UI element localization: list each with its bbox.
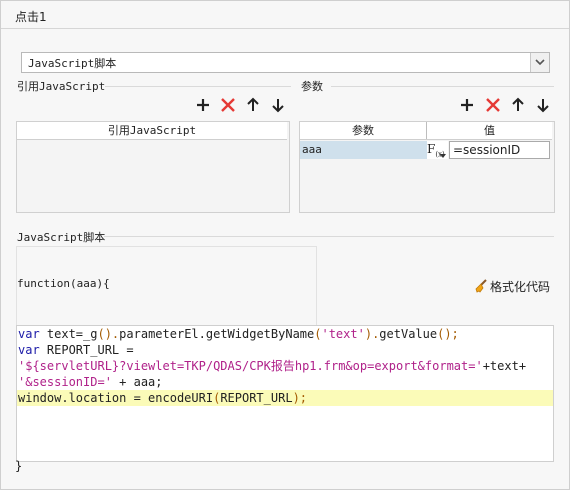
ref-js-delete-button[interactable] [219,96,237,114]
param-delete-button[interactable] [484,96,502,114]
add-icon [197,99,209,111]
param-move-down-button[interactable] [534,96,552,114]
move-down-icon [272,99,284,113]
param-value-input[interactable]: =sessionID [449,141,550,159]
format-code-label: 格式化代码 [490,280,551,294]
code-line-2: var REPORT_URL = [18,343,134,357]
ref-js-divider [105,86,291,87]
move-up-icon [247,97,259,111]
script-divider [104,236,554,237]
add-icon [461,99,473,111]
move-up-icon [512,97,524,111]
format-code-button[interactable]: 格式化代码 [474,278,550,295]
ref-js-add-button[interactable] [194,96,212,114]
caret-down-icon [440,154,446,158]
delete-icon [486,98,500,112]
closing-brace: } [15,459,23,473]
window-title: 点击1 [15,10,47,24]
function-signature: function(aaa){ [17,277,110,290]
code-line-4: '&sessionID=' + aaa; [18,375,163,389]
ref-js-move-up-button[interactable] [244,96,262,114]
script-type-value: JavaScript脚本 [28,57,117,70]
script-type-select[interactable]: JavaScript脚本 [21,52,550,73]
code-editor[interactable]: var text=_g().parameterEl.getWidgetByNam… [16,325,554,462]
param-name-header: 参数 [352,124,374,137]
param-move-up-button[interactable] [509,96,527,114]
params-group-label: 参数 [301,78,326,94]
title-bar: 点击1 [1,1,569,29]
param-name-cell[interactable]: aaa [300,141,427,159]
ref-js-move-down-button[interactable] [269,96,287,114]
code-line-1: var text=_g().parameterEl.getWidgetByNam… [18,327,459,341]
param-add-button[interactable] [458,96,476,114]
broom-icon [475,279,487,293]
dropdown-button[interactable] [530,53,549,72]
params-header-row: 参数 值 [300,122,552,140]
code-line-3: '${servletURL}?viewlet=TKP/QDAS/CPK报告hp1… [18,359,527,373]
move-down-icon [537,99,549,113]
chevron-down-icon [535,59,545,66]
params-divider [331,86,554,87]
delete-icon [221,98,235,112]
formula-button[interactable]: F(x) [427,141,448,159]
params-table[interactable]: 参数 值 [299,121,555,213]
script-group-label: JavaScript脚本 [17,229,109,245]
param-value-header: 值 [484,124,495,137]
ref-js-group-label: 引用JavaScript [17,78,109,94]
code-line-5: window.location = encodeURI(REPORT_URL); [17,390,553,406]
ref-js-list[interactable]: 引用JavaScript [16,121,290,213]
ref-js-column-header: 引用JavaScript [17,122,287,140]
